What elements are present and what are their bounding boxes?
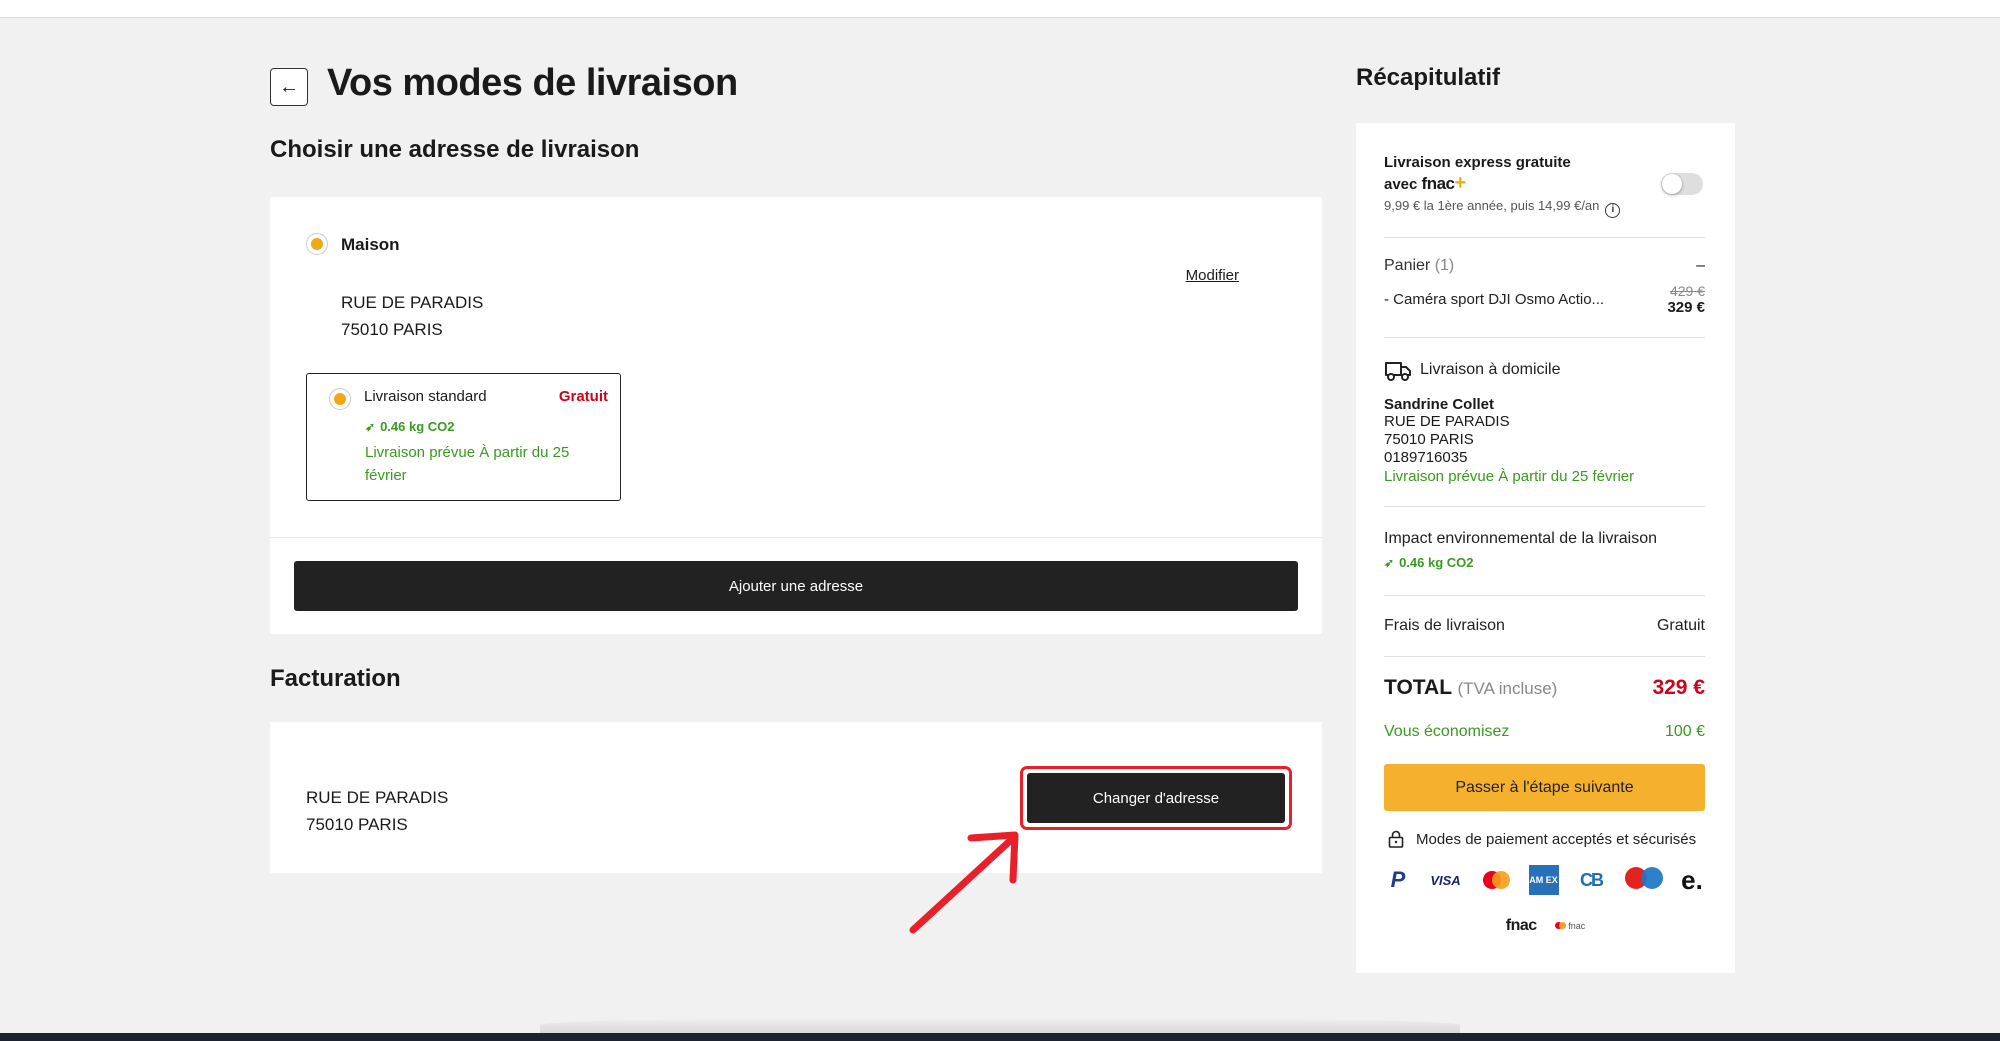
- fnac-plus-sign: +: [1454, 172, 1467, 194]
- address-street: RUE DE PARADIS: [341, 293, 484, 312]
- recipient-address: RUE DE PARADIS 75010 PARIS 0189716035: [1384, 413, 1510, 467]
- next-step-button[interactable]: Passer à l'étape suivante: [1384, 764, 1705, 811]
- recipient-name: Sandrine Collet: [1384, 396, 1495, 413]
- billing-section-title: Facturation: [270, 665, 401, 692]
- fnac-logo-icon: fnac: [1505, 917, 1537, 934]
- cart-count: (1): [1434, 257, 1455, 274]
- payment-logos: P VISA AM EX CB e.: [1384, 865, 1705, 895]
- cart-label[interactable]: Panier (1): [1384, 257, 1454, 275]
- fees-value: Gratuit: [1656, 617, 1705, 634]
- mastercard-icon: [1479, 865, 1513, 895]
- bottom-bar: [0, 1033, 2000, 1041]
- fnac-logo-text: fnac: [1421, 174, 1455, 193]
- divider: [1384, 506, 1705, 507]
- shipping-radio[interactable]: [329, 388, 351, 410]
- delivery-address-card: Maison Modifier RUE DE PARADIS 75010 PAR…: [270, 197, 1322, 634]
- divider: [1384, 237, 1705, 238]
- divider: [270, 537, 1322, 538]
- cb-icon: CB: [1580, 869, 1604, 890]
- arrow-left-icon: ←: [279, 75, 299, 98]
- address-name: Maison: [341, 235, 400, 254]
- info-icon[interactable]: i: [1605, 203, 1621, 218]
- address-radio[interactable]: [306, 233, 328, 255]
- payment-methods-title: Modes de paiement acceptés et sécurisés: [1416, 831, 1697, 848]
- fnac-plus-avec: avec: [1384, 176, 1418, 193]
- recipient-city: 75010 PARIS: [1384, 431, 1474, 448]
- total-label: TOTAL (TVA incluse): [1384, 676, 1557, 700]
- e-carte-icon: e.: [1681, 864, 1703, 895]
- delivery-date: Livraison prévue À partir du 25 février: [1384, 468, 1635, 485]
- modify-address-link[interactable]: Modifier: [1186, 267, 1239, 284]
- fnac-card-text: fnac: [1568, 921, 1586, 931]
- divider: [1384, 595, 1705, 596]
- cart-label-text: Panier: [1384, 257, 1431, 274]
- cart-item-old-price: 429 €: [1669, 283, 1705, 299]
- fnac-plus-subtitle: 9,99 € la 1ère année, puis 14,99 €/an i: [1384, 198, 1621, 218]
- page-title: Vos modes de livraison: [327, 62, 738, 104]
- recipient-phone: 0189716035: [1384, 449, 1468, 466]
- shipping-co2-value: 0.46 kg CO2: [380, 419, 455, 434]
- savings-label: Vous économisez: [1384, 723, 1510, 740]
- impact-title: Impact environnemental de la livraison: [1384, 530, 1658, 547]
- recipient-street: RUE DE PARADIS: [1384, 413, 1510, 430]
- savings-value: 100 €: [1664, 723, 1705, 740]
- maestro-icon: [1624, 865, 1664, 895]
- truck-icon: [1385, 362, 1411, 381]
- shipping-date: Livraison prévue À partir du 25 février: [365, 444, 570, 484]
- bottom-glow: [540, 1017, 1460, 1033]
- impact-co2: ➶ 0.46 kg CO2: [1384, 555, 1474, 570]
- billing-address: RUE DE PARADIS 75010 PARIS: [306, 784, 448, 838]
- shipping-co2: ➶ 0.46 kg CO2: [365, 419, 455, 434]
- back-button[interactable]: ←: [270, 68, 308, 106]
- add-address-button[interactable]: Ajouter une adresse: [294, 561, 1298, 611]
- fnac-plus-toggle[interactable]: [1661, 173, 1703, 195]
- paypal-icon: P: [1390, 867, 1406, 892]
- delivery-section-title: Choisir une adresse de livraison: [270, 136, 640, 163]
- total-label-text: TOTAL: [1384, 676, 1452, 699]
- billing-card: RUE DE PARADIS 75010 PARIS Changer d'adr…: [270, 722, 1322, 873]
- address-city: 75010 PARIS: [341, 320, 443, 339]
- cart-item-price: 329 €: [1667, 299, 1705, 316]
- leaf-icon: ➶: [1384, 556, 1395, 570]
- divider: [1384, 337, 1705, 338]
- shipping-price: Gratuit: [558, 388, 608, 405]
- fnac-plus-logo: fnac+: [1421, 172, 1467, 194]
- summary-panel: Livraison express gratuite avec fnac+ 9,…: [1356, 123, 1735, 973]
- fnac-plus-line2: avec fnac+: [1384, 173, 1571, 195]
- shipping-option-card[interactable]: Livraison standard Gratuit ➶ 0.46 kg CO2 …: [306, 373, 621, 501]
- amex-icon: AM EX: [1528, 865, 1559, 895]
- lock-icon: [1388, 830, 1404, 848]
- impact-co2-value: 0.46 kg CO2: [1399, 555, 1474, 570]
- address-lines: RUE DE PARADIS 75010 PARIS: [341, 289, 483, 343]
- annotation-arrow-icon: [909, 831, 1019, 934]
- visa-icon: VISA: [1430, 872, 1461, 888]
- payment-logos-row2: fnac fnac: [1356, 917, 1735, 935]
- shipping-name: Livraison standard: [364, 388, 487, 405]
- tax-note: (TVA incluse): [1457, 679, 1558, 698]
- fnac-card-icon: fnac: [1554, 921, 1586, 931]
- change-address-button[interactable]: Changer d'adresse: [1027, 773, 1285, 823]
- fnac-plus-line1: Livraison express gratuite: [1384, 154, 1571, 171]
- home-delivery-title: Livraison à domicile: [1420, 361, 1561, 378]
- billing-city: 75010 PARIS: [306, 815, 408, 834]
- cart-collapse-icon[interactable]: –: [1696, 257, 1705, 275]
- cart-item-name: - Caméra sport DJI Osmo Actio...: [1384, 291, 1605, 308]
- fnac-plus-title: Livraison express gratuite avec fnac+: [1384, 153, 1571, 195]
- fees-label: Frais de livraison: [1384, 617, 1505, 634]
- fnac-plus-price: 9,99 € la 1ère année, puis 14,99 €/an: [1384, 198, 1600, 213]
- leaf-icon: ➶: [365, 420, 376, 434]
- summary-title: Récapitulatif: [1356, 64, 1501, 91]
- total-value: 329 €: [1652, 676, 1705, 699]
- top-bar: [0, 0, 2000, 18]
- billing-street: RUE DE PARADIS: [306, 788, 449, 807]
- divider: [1384, 656, 1705, 657]
